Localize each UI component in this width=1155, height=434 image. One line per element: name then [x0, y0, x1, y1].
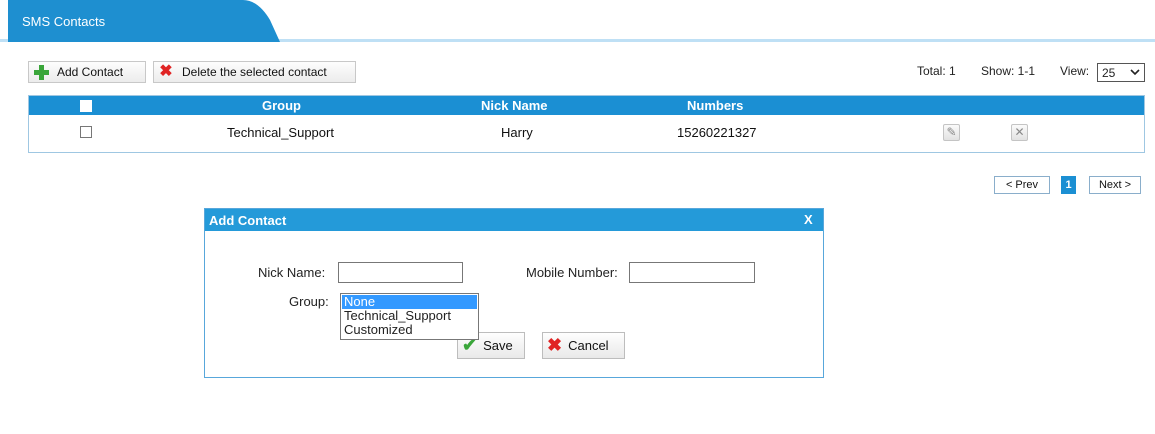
delete-selected-button[interactable]: ✖ Delete the selected contact [153, 61, 356, 83]
delete-selected-label: Delete the selected contact [182, 65, 327, 79]
close-icon[interactable]: X [804, 212, 813, 227]
column-nick-name: Nick Name [481, 98, 548, 113]
column-group: Group [262, 98, 301, 113]
view-value: 25 [1102, 65, 1116, 80]
group-option-none[interactable]: None [342, 295, 477, 309]
column-numbers: Numbers [687, 98, 744, 113]
row-nick-name: Harry [501, 125, 533, 140]
delete-icon[interactable]: ✕ [1011, 124, 1028, 141]
dialog-title: Add Contact [209, 213, 287, 228]
red-x-icon: ✖ [159, 63, 173, 80]
group-listbox[interactable]: None Technical_Support Customized [340, 293, 479, 340]
current-page[interactable]: 1 [1061, 176, 1076, 194]
group-option-technical-support[interactable]: Technical_Support [342, 309, 477, 323]
mobile-number-input[interactable] [629, 262, 755, 283]
mobile-number-label: Mobile Number: [526, 265, 618, 280]
nick-name-input[interactable] [338, 262, 463, 283]
table-header: Group Nick Name Numbers [29, 96, 1144, 115]
add-contact-label: Add Contact [57, 65, 124, 79]
prev-page-button[interactable]: < Prev [994, 176, 1050, 194]
row-checkbox[interactable] [80, 126, 92, 138]
contacts-table: Group Nick Name Numbers Technical_Suppor… [28, 95, 1145, 153]
save-label: Save [483, 338, 513, 353]
show-range: Show: 1-1 [981, 64, 1036, 78]
group-option-customized[interactable]: Customized [342, 323, 477, 337]
view-select[interactable]: 25 [1097, 63, 1145, 82]
tab-strip: SMS Contacts [0, 0, 1155, 42]
row-numbers: 15260221327 [677, 125, 757, 140]
dialog-header: Add Contact X [205, 209, 823, 231]
plus-icon [33, 64, 49, 80]
view-label: View: [1060, 64, 1090, 78]
edit-icon[interactable]: ✎ [943, 124, 960, 141]
chevron-down-icon [1130, 69, 1140, 76]
cancel-label: Cancel [568, 338, 609, 353]
next-page-button[interactable]: Next > [1089, 176, 1141, 194]
add-contact-button[interactable]: Add Contact [28, 61, 146, 83]
nick-name-label: Nick Name: [258, 265, 326, 280]
add-contact-dialog: Add Contact X Nick Name: Mobile Number: … [204, 208, 824, 378]
group-label: Group: [289, 294, 329, 309]
tab-label: SMS Contacts [22, 14, 106, 29]
cancel-icon: ✖ [547, 335, 563, 355]
cancel-button[interactable]: ✖ Cancel [542, 332, 625, 359]
select-all-checkbox[interactable] [80, 100, 92, 112]
total-count: Total: 1 [917, 64, 956, 78]
row-group: Technical_Support [227, 125, 334, 140]
